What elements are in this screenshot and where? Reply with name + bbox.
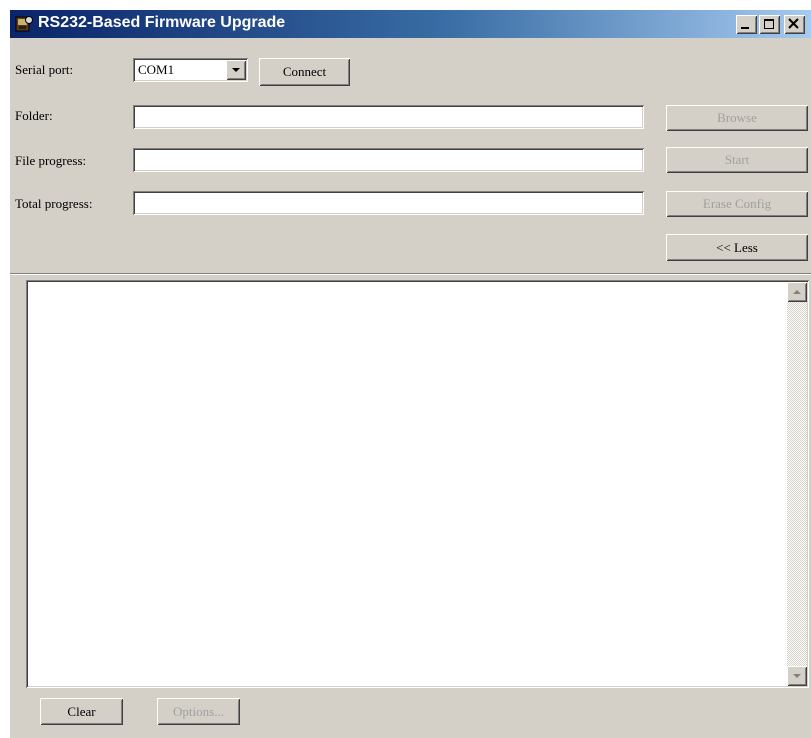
clear-button-label: Clear: [67, 703, 96, 719]
file-progress-bar: [133, 148, 644, 172]
arrow-up-icon: [793, 290, 801, 294]
window-title: RS232-Based Firmware Upgrade: [38, 14, 286, 31]
start-button[interactable]: Start: [666, 147, 808, 173]
maximize-button[interactable]: [759, 15, 780, 34]
less-button[interactable]: << Less: [666, 234, 808, 261]
browse-button-label: Browse: [717, 110, 757, 125]
total-progress-bar: [133, 191, 644, 215]
options-button[interactable]: Options...: [157, 698, 240, 725]
app-window: RS232-Based Firmware Upgrade Serial port…: [10, 10, 811, 738]
maximize-icon: [764, 19, 774, 29]
app-icon: [14, 14, 34, 34]
connect-button-label: Connect: [282, 64, 327, 79]
arrow-down-icon: [793, 674, 801, 678]
browse-button[interactable]: Browse: [666, 105, 808, 131]
log-textarea[interactable]: [26, 280, 809, 688]
minimize-button[interactable]: [736, 15, 757, 34]
less-button-label: << Less: [716, 239, 758, 255]
serial-port-value: COM1: [138, 62, 175, 77]
serial-port-select[interactable]: COM1: [133, 58, 248, 82]
erase-config-button[interactable]: Erase Config: [666, 191, 808, 217]
erase-config-button-label: Erase Config: [702, 196, 772, 211]
scroll-up-button[interactable]: [787, 282, 807, 302]
chevron-down-icon: [232, 68, 240, 72]
options-button-label: Options...: [173, 703, 224, 719]
separator: [10, 273, 811, 275]
minimize-icon: [741, 27, 749, 29]
connect-button[interactable]: Connect: [259, 58, 350, 86]
close-icon: [788, 18, 799, 29]
clear-button[interactable]: Clear: [40, 698, 123, 725]
close-button[interactable]: [784, 15, 805, 34]
dropdown-button[interactable]: [226, 60, 246, 80]
folder-field[interactable]: [133, 105, 644, 129]
start-button-label: Start: [724, 152, 750, 167]
total-progress-label: Total progress:: [15, 196, 93, 211]
folder-label: Folder:: [15, 108, 53, 123]
title-bar[interactable]: RS232-Based Firmware Upgrade: [10, 10, 811, 38]
vertical-scrollbar[interactable]: [787, 282, 807, 686]
scroll-down-button[interactable]: [787, 666, 807, 686]
serial-port-label: Serial port:: [15, 62, 74, 77]
file-progress-label: File progress:: [15, 153, 87, 168]
